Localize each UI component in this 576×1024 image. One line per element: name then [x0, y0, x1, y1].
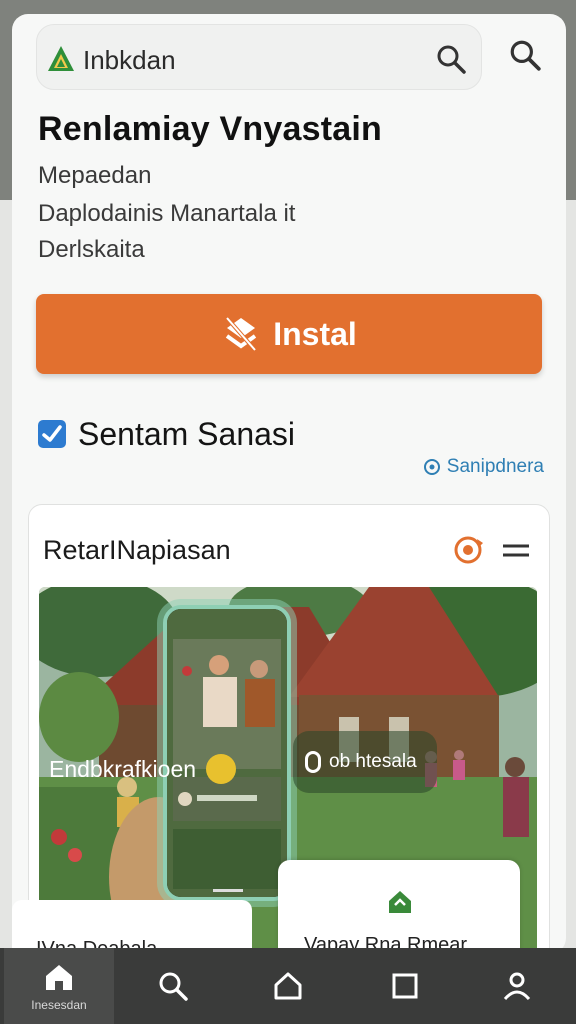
status-chip[interactable]: ob htesala	[293, 731, 437, 793]
bottom-nav: Inesesdan	[0, 948, 576, 1024]
checkbox-icon	[38, 420, 66, 448]
nav-home[interactable]: Inesesdan	[4, 948, 114, 1024]
video-chip[interactable]: Endbkrafkioen	[43, 743, 253, 795]
home-icon	[389, 891, 411, 913]
menu-icon[interactable]	[501, 539, 531, 563]
logo-icon	[48, 46, 74, 71]
section-link[interactable]: Sanipdnera	[423, 456, 544, 478]
card-title: RetarINapiasan	[43, 535, 231, 565]
brand-name: Inbkdan	[83, 45, 176, 75]
app-title: Renlamiay Vnyastain	[38, 110, 382, 148]
search-bar[interactable]: Inbkdan	[36, 24, 482, 90]
nav-profile[interactable]	[462, 948, 572, 1024]
home-icon	[46, 965, 72, 990]
status-chip-label: ob htesala	[329, 751, 417, 772]
user-icon	[503, 972, 531, 1001]
nav-search[interactable]	[118, 948, 228, 1024]
app-developer: Mepaedan	[38, 162, 152, 189]
search-icon[interactable]	[508, 38, 542, 72]
install-icon	[225, 316, 257, 352]
nav-home-label: Inesesdan	[31, 998, 87, 1012]
section-title: Sentam Sanasi	[78, 416, 296, 452]
square-icon	[392, 973, 418, 999]
ring-icon	[305, 751, 321, 773]
fire-icon[interactable]	[453, 533, 487, 567]
install-label: Instal	[273, 315, 357, 352]
nav-apps[interactable]	[233, 948, 343, 1024]
install-button[interactable]: Instal	[36, 294, 542, 374]
search-icon	[159, 972, 188, 1001]
app-sheet: Inbkdan Renlamiay Vnyastain Mepaedan Dap…	[12, 14, 566, 954]
section-link-label: Sanipdnera	[446, 456, 544, 477]
app-category: Derlskaita	[38, 236, 145, 263]
search-icon[interactable]	[435, 43, 467, 75]
app-description: Daplodainis Manartala it	[38, 200, 296, 227]
video-chip-label: Endbkrafkioen	[49, 755, 197, 782]
target-icon	[423, 459, 440, 475]
nav-library[interactable]	[350, 948, 460, 1024]
coin-icon	[206, 754, 237, 784]
house-outline-icon	[274, 972, 302, 1000]
